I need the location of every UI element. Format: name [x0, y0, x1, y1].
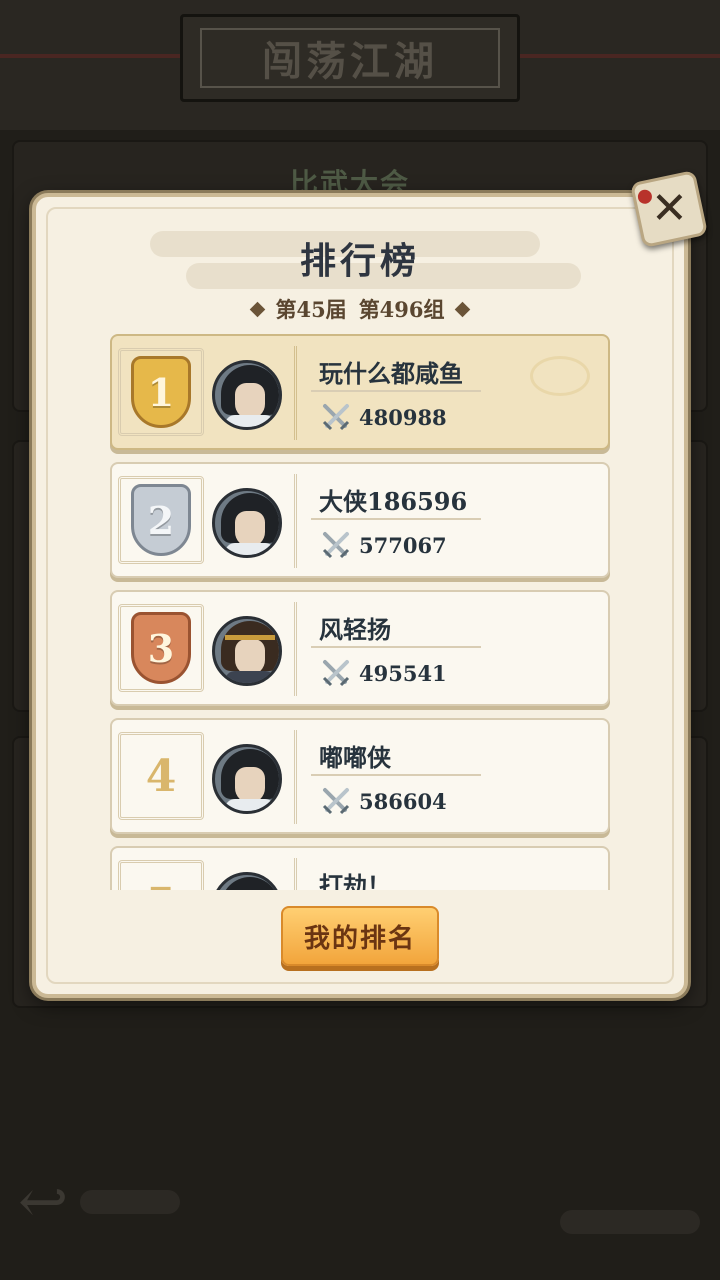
my-rank-button[interactable]: 我的排名: [281, 906, 439, 966]
player-info: 打劫！: [294, 858, 606, 890]
combat-power: 586604: [321, 786, 447, 816]
rank-badge-box: 2: [118, 476, 204, 564]
silver-rank-badge-icon: 2: [131, 484, 191, 556]
crossed-swords-icon: [322, 660, 350, 687]
rank-badge-box: 5: [118, 860, 204, 890]
divider: [311, 518, 481, 520]
cloud-decoration-icon: [530, 356, 590, 396]
right-rope-decoration: [520, 54, 720, 58]
diamond-icon: [454, 301, 470, 317]
player-name: 打劫！: [319, 871, 391, 890]
close-button[interactable]: ✕: [629, 169, 709, 249]
diamond-icon: [250, 301, 266, 317]
ranking-list[interactable]: 1 玩什么都咸鱼 480988 2 大侠186596 577067 3 风轻扬 …: [108, 332, 614, 890]
group-number: 第496组: [358, 297, 445, 322]
player-info: 风轻扬 495541: [294, 602, 606, 696]
rank-number: 3: [147, 625, 175, 671]
divider: [311, 390, 481, 392]
avatar[interactable]: [212, 488, 282, 558]
background-title-plaque: 闯荡江湖: [180, 14, 520, 102]
divider: [311, 646, 481, 648]
combat-power: 577067: [321, 530, 447, 560]
player-name: 玩什么都咸鱼: [319, 359, 463, 388]
avatar[interactable]: [212, 360, 282, 430]
bronze-rank-badge-icon: 3: [131, 612, 191, 684]
divider: [311, 774, 481, 776]
combat-power: 495541: [321, 658, 447, 688]
crossed-swords-icon: [322, 404, 350, 431]
rank-badge-box: 1: [118, 348, 204, 436]
player-name: 风轻扬: [319, 615, 391, 644]
ranking-row[interactable]: 5 打劫！: [110, 846, 610, 890]
cloud-decoration: [80, 1190, 180, 1214]
crossed-swords-icon: [322, 532, 350, 559]
player-info: 玩什么都咸鱼 480988: [294, 346, 606, 440]
rank-number: 4: [145, 750, 177, 802]
gold-rank-badge-icon: 1: [131, 356, 191, 428]
avatar[interactable]: [212, 616, 282, 686]
power-value: 577067: [359, 532, 447, 558]
back-arrow-icon[interactable]: ↩: [18, 1172, 68, 1232]
player-name: 嘟嘟侠: [319, 743, 391, 772]
rank-number: 5: [146, 879, 177, 891]
power-value: 480988: [359, 404, 447, 430]
ranking-row[interactable]: 3 风轻扬 495541: [110, 590, 610, 706]
background-title: 闯荡江湖: [200, 28, 500, 88]
ranking-row[interactable]: 1 玩什么都咸鱼 480988: [110, 334, 610, 450]
season-info: 第45届 第496组: [0, 294, 720, 324]
player-info: 大侠186596 577067: [294, 474, 606, 568]
rank-badge-box: 3: [118, 604, 204, 692]
ranking-row[interactable]: 2 大侠186596 577067: [110, 462, 610, 578]
rank-number: 1: [147, 369, 175, 415]
player-name: 大侠186596: [319, 487, 468, 516]
left-rope-decoration: [0, 54, 190, 58]
avatar[interactable]: [212, 744, 282, 814]
player-info: 嘟嘟侠 586604: [294, 730, 606, 824]
rank-number: 2: [147, 497, 175, 543]
close-x-icon: ✕: [650, 183, 688, 234]
power-value: 586604: [359, 788, 447, 814]
crossed-swords-icon: [322, 788, 350, 815]
combat-power: 480988: [321, 402, 447, 432]
power-value: 495541: [359, 660, 447, 686]
avatar[interactable]: [212, 872, 282, 890]
cloud-decoration: [560, 1210, 700, 1234]
ranking-row[interactable]: 4 嘟嘟侠 586604: [110, 718, 610, 834]
modal-title: 排行榜: [299, 240, 420, 282]
rank-badge-box: 4: [118, 732, 204, 820]
season-number: 第45届: [275, 297, 347, 322]
